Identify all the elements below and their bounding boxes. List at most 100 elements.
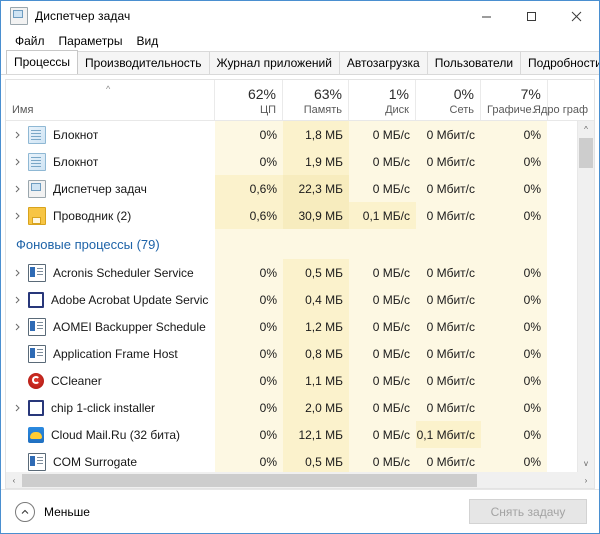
group-header-spacer-cell (481, 229, 547, 259)
minimize-button[interactable] (464, 1, 509, 31)
taskmanager-icon (28, 180, 46, 198)
chevron-right-icon[interactable] (6, 131, 28, 139)
tab-app-history[interactable]: Журнал приложений (209, 51, 340, 74)
chevron-right-icon[interactable] (6, 158, 28, 166)
column-header-name[interactable]: ^ Имя (6, 80, 215, 120)
process-network-cell: 0 Мбит/с (416, 202, 481, 229)
title-bar: Диспетчер задач (1, 1, 599, 31)
table-row[interactable]: AOMEI Backupper Schedule tas...0%1,2 МБ0… (6, 313, 594, 340)
table-row[interactable]: Проводник (2)0,6%30,9 МБ0,1 МБ/с0 Мбит/с… (6, 202, 594, 229)
fewer-details-label: Меньше (44, 505, 90, 519)
process-memory-cell: 12,1 МБ (283, 421, 349, 448)
process-disk-cell: 0 МБ/с (349, 394, 416, 421)
process-name-label: Adobe Acrobat Update Service (... (51, 293, 209, 307)
close-button[interactable] (554, 1, 599, 31)
column-header-cpu[interactable]: 62% ЦП (215, 80, 283, 120)
process-gpu-cell: 0% (481, 259, 547, 286)
process-network-cell: 0 Мбит/с (416, 367, 481, 394)
process-gpu-cell: 0% (481, 148, 547, 175)
group-header-spacer-cell (215, 229, 283, 259)
scroll-right-icon[interactable]: › (578, 473, 594, 488)
process-name-cell: Application Frame Host (6, 340, 215, 367)
vertical-scroll-thumb[interactable] (579, 138, 593, 168)
process-network-cell: 0 Мбит/с (416, 448, 481, 472)
tab-users[interactable]: Пользователи (427, 51, 521, 74)
process-name-label: Блокнот (53, 155, 98, 169)
horizontal-scroll-thumb[interactable] (22, 474, 477, 487)
notepad-icon (28, 126, 46, 144)
scroll-left-icon[interactable]: ‹ (6, 473, 22, 488)
chevron-right-icon[interactable] (6, 269, 28, 277)
group-header-background-processes[interactable]: Фоновые процессы (79) (6, 229, 594, 259)
minimize-icon (481, 11, 492, 22)
process-network-cell: 0 Мбит/с (416, 394, 481, 421)
cloud-icon (28, 427, 44, 443)
menu-item-view[interactable]: Вид (130, 33, 164, 49)
process-gpu-cell: 0% (481, 175, 547, 202)
column-header-disk[interactable]: 1% Диск (349, 80, 416, 120)
menu-item-file[interactable]: Файл (9, 33, 51, 49)
process-network-cell: 0,1 Мбит/с (416, 421, 481, 448)
column-header-gpu-engine[interactable]: Ядро граф (548, 80, 594, 120)
vertical-scrollbar[interactable]: ^ v (577, 121, 594, 472)
chevron-right-icon[interactable] (6, 296, 28, 304)
tab-startup[interactable]: Автозагрузка (339, 51, 428, 74)
process-name-label: AOMEI Backupper Schedule tas... (53, 320, 209, 334)
chevron-right-icon[interactable] (6, 404, 28, 412)
chevron-right-icon[interactable] (6, 185, 28, 193)
table-row[interactable]: COM Surrogate0%0,5 МБ0 МБ/с0 Мбит/с0% (6, 448, 594, 472)
menu-item-options[interactable]: Параметры (53, 33, 129, 49)
process-memory-cell: 1,2 МБ (283, 313, 349, 340)
process-cpu-cell: 0,6% (215, 202, 283, 229)
scroll-down-icon[interactable]: v (578, 455, 594, 472)
maximize-button[interactable] (509, 1, 554, 31)
table-row[interactable]: CCleaner0%1,1 МБ0 МБ/с0 Мбит/с0% (6, 367, 594, 394)
table-row[interactable]: Блокнот0%1,8 МБ0 МБ/с0 Мбит/с0% (6, 121, 594, 148)
table-row[interactable]: Adobe Acrobat Update Service (... 0% 0,4 М… (6, 286, 594, 313)
process-rows: Блокнот0%1,8 МБ0 МБ/с0 Мбит/с0%Блокнот0%… (6, 121, 594, 472)
tab-processes[interactable]: Процессы (6, 50, 78, 74)
column-header-network-label: Сеть (450, 104, 474, 117)
table-row[interactable]: Application Frame Host0%0,8 МБ0 МБ/с0 Мб… (6, 340, 594, 367)
chevron-up-circle-icon (15, 502, 35, 522)
process-memory-cell: 0,8 МБ (283, 340, 349, 367)
table-row[interactable]: Диспетчер задач0,6%22,3 МБ0 МБ/с0 Мбит/с… (6, 175, 594, 202)
task-manager-window: Диспетчер задач Файл Параметры Вид Проце… (0, 0, 600, 534)
end-task-button[interactable]: Снять задачу (469, 499, 587, 524)
table-row[interactable]: Блокнот0%1,9 МБ0 МБ/с0 Мбит/с0% (6, 148, 594, 175)
table-row[interactable]: Acronis Scheduler Service0%0,5 МБ0 МБ/с0… (6, 259, 594, 286)
column-header-network[interactable]: 0% Сеть (416, 80, 481, 120)
process-name-label: COM Surrogate (53, 455, 137, 469)
column-header-memory[interactable]: 63% Память (283, 80, 349, 120)
column-header-gpu-pct: 7% (521, 86, 541, 103)
horizontal-scrollbar[interactable]: ‹ › (5, 472, 595, 489)
process-cpu-cell: 0% (215, 313, 283, 340)
fewer-details-button[interactable]: Меньше (15, 502, 90, 522)
process-memory-cell: 0,4 МБ (283, 286, 349, 313)
process-name-cell: Adobe Acrobat Update Service (... (6, 286, 215, 313)
chevron-right-icon[interactable] (6, 323, 28, 331)
chevron-right-icon[interactable] (6, 212, 28, 220)
process-name-cell: Диспетчер задач (6, 175, 215, 202)
table-row[interactable]: Cloud Mail.Ru (32 бита)0%12,1 МБ0 МБ/с0,… (6, 421, 594, 448)
tab-details[interactable]: Подробности (520, 51, 600, 74)
vertical-scroll-track[interactable] (578, 138, 594, 455)
process-name-cell: COM Surrogate (6, 448, 215, 472)
service-icon (28, 345, 46, 363)
process-name-label: Диспетчер задач (53, 182, 147, 196)
horizontal-scroll-track[interactable] (22, 473, 578, 488)
process-name-cell: Acronis Scheduler Service (6, 259, 215, 286)
process-network-cell: 0 Мбит/с (416, 340, 481, 367)
scroll-up-icon[interactable]: ^ (578, 121, 594, 138)
process-name-cell: chip 1-click installer (6, 394, 215, 421)
tab-performance[interactable]: Производительность (77, 51, 209, 74)
process-gpu-cell: 0% (481, 448, 547, 472)
process-memory-cell: 1,8 МБ (283, 121, 349, 148)
process-network-cell: 0 Мбит/с (416, 286, 481, 313)
service-icon (28, 318, 46, 336)
process-cpu-cell: 0% (215, 259, 283, 286)
column-header-disk-label: Диск (385, 104, 409, 117)
column-header-name-label: Имя (12, 104, 33, 117)
process-gpu-cell: 0% (481, 286, 547, 313)
table-row[interactable]: chip 1-click installer0%2,0 МБ0 МБ/с0 Мб… (6, 394, 594, 421)
